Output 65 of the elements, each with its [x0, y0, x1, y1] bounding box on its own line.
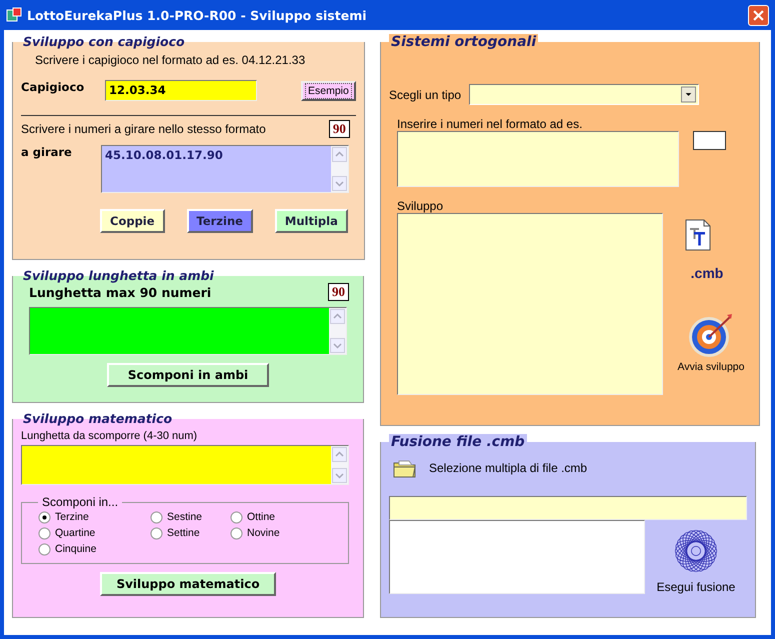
close-button[interactable]: [748, 4, 769, 26]
window-title: LottoEurekaPlus 1.0-PRO-R00 - Sviluppo sistemi: [27, 8, 368, 22]
radio-button[interactable]: [230, 510, 243, 524]
field-label: Inserire i numeri nel formato ad es.: [397, 117, 584, 131]
panel-title: Sviluppo matematico: [22, 411, 174, 426]
merge-label: Esegui fusione: [656, 580, 736, 594]
radio-button[interactable]: [38, 526, 51, 540]
group-title: Scomponi in...: [41, 495, 120, 509]
format-hint: Scrivere i numeri a girare nello stesso formato: [21, 122, 266, 136]
scroll-up-icon[interactable]: [332, 447, 347, 462]
lunghetta-field[interactable]: [29, 307, 347, 355]
select-files-label: Selezione multipla di file .cmb: [429, 461, 588, 475]
radio-button[interactable]: [38, 542, 51, 556]
scrollbar[interactable]: [329, 308, 346, 354]
panel-title: Sviluppo con capigioco: [22, 34, 186, 49]
field-label: Lunghetta max 90 numeri: [29, 284, 212, 300]
develop-button[interactable]: Multipla: [274, 209, 348, 233]
folder-icon[interactable]: [393, 458, 417, 478]
radio-option[interactable]: Novine: [230, 525, 310, 541]
field-label: Capigioco: [21, 80, 86, 94]
app-icon: [6, 7, 22, 23]
develop-button[interactable]: Terzine: [186, 209, 253, 233]
radio-button[interactable]: [150, 526, 163, 540]
capigioco-field[interactable]: 12.03.34: [105, 80, 257, 101]
scroll-down-icon[interactable]: [330, 338, 345, 353]
scroll-down-icon[interactable]: [332, 468, 347, 483]
radio-option[interactable]: Sestine: [150, 509, 230, 525]
develop-button[interactable]: Coppie: [100, 209, 165, 233]
run-label: Avvia sviluppo: [678, 361, 744, 373]
radio-option[interactable]: Settine: [150, 525, 230, 541]
radio-button[interactable]: [38, 510, 51, 524]
radio-option[interactable]: Terzine: [38, 509, 150, 525]
count-badge: 90: [328, 120, 350, 138]
radio-option[interactable]: Cinquine: [38, 541, 150, 557]
lunghetta-field[interactable]: [21, 445, 349, 485]
scrollbar[interactable]: [331, 446, 348, 484]
example-button[interactable]: Esempio: [301, 80, 356, 100]
scroll-up-icon[interactable]: [330, 309, 345, 324]
field-label: Scegli un tipo: [389, 88, 462, 102]
spiral-pattern-icon[interactable]: [673, 528, 719, 574]
numbers-field[interactable]: 45.10.08.01.17.90: [101, 145, 349, 193]
file-path-field[interactable]: [389, 496, 747, 520]
type-dropdown[interactable]: [469, 84, 700, 105]
scrollbar[interactable]: [331, 146, 348, 192]
numbers-field[interactable]: [397, 131, 679, 187]
develop-button[interactable]: Sviluppo matematico: [100, 572, 276, 596]
panel-title: Sistemi ortogonali: [389, 34, 538, 50]
field-label: Lunghetta da scomporre (4-30 num): [21, 430, 198, 442]
split-button[interactable]: Scomponi in ambi: [107, 363, 269, 387]
scroll-down-icon[interactable]: [332, 176, 347, 191]
radio-button[interactable]: [230, 526, 243, 540]
radio-button[interactable]: [150, 510, 163, 524]
small-field[interactable]: [693, 131, 726, 150]
close-icon: [753, 10, 764, 20]
scroll-up-icon[interactable]: [332, 147, 347, 162]
count-badge: 90: [328, 283, 349, 301]
field-label: a girare: [21, 145, 73, 159]
format-hint: Scrivere i capigioco nel formato ad es. 04.12.21.33: [35, 53, 306, 67]
target-icon[interactable]: [687, 311, 735, 359]
field-label: Sviluppo: [397, 199, 444, 213]
panel-title: Sviluppo lunghetta in ambi: [22, 268, 215, 283]
radio-option[interactable]: Ottine: [230, 509, 310, 525]
text-file-icon[interactable]: [685, 219, 711, 251]
file-extension-label: .cmb: [690, 265, 724, 281]
radio-option[interactable]: Quartine: [38, 525, 150, 541]
